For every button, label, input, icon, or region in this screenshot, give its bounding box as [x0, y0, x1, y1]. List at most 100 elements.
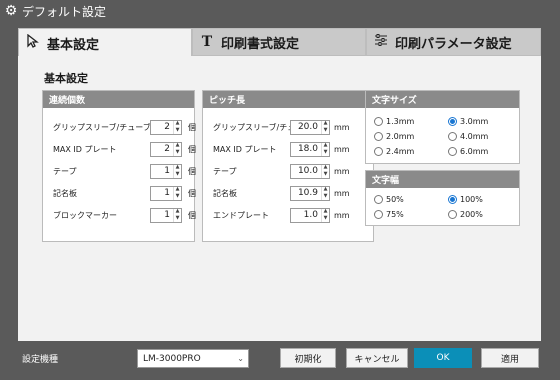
- radio-icon: [374, 147, 383, 156]
- text-t-icon: T: [201, 34, 213, 50]
- char-size-option[interactable]: 6.0mm: [448, 147, 488, 156]
- option-label: 3.0mm: [460, 117, 489, 126]
- model-label: 設定機種: [22, 355, 59, 365]
- stepper-value: 1: [164, 210, 170, 220]
- row-label: MAX ID プレート: [213, 144, 277, 154]
- option-label: 50%: [386, 195, 404, 204]
- pitch-stepper[interactable]: 10.9 ▲ ▼: [290, 185, 330, 201]
- repeat-stepper[interactable]: 2 ▲ ▼: [150, 119, 182, 135]
- char-size-option[interactable]: 3.0mm: [448, 117, 488, 126]
- option-label: 100%: [460, 195, 483, 204]
- option-label: 2.4mm: [386, 147, 415, 156]
- radio-icon: [374, 210, 383, 219]
- pitch-stepper[interactable]: 1.0 ▲ ▼: [290, 207, 330, 223]
- char-size-group: 文字サイズ 1.3mm 3.0mm 2.0mm 4.0mm 2.4mm 6.0m…: [365, 90, 520, 164]
- title-bar: ⚙ デフォルト設定: [0, 0, 560, 22]
- unit-label: 個: [188, 166, 196, 176]
- stepper-arrows-icon[interactable]: ▲ ▼: [321, 120, 329, 134]
- stepper-value: 20.0: [297, 122, 318, 132]
- reset-button[interactable]: 初期化: [280, 348, 336, 368]
- stepper-value: 1: [164, 166, 170, 176]
- stepper-value: 2: [164, 122, 170, 132]
- stepper-value: 2: [164, 144, 170, 154]
- cursor-arrow-icon: [23, 33, 43, 52]
- cancel-button[interactable]: キャンセル: [346, 348, 408, 368]
- stepper-value: 1: [164, 188, 170, 198]
- unit-label: 個: [188, 188, 196, 198]
- ok-button[interactable]: OK: [414, 348, 472, 368]
- tab-content-panel: 基本設定 連続個数 グリップスリーブ/チューブ 2 ▲ ▼ 個 MAX ID プレー…: [18, 56, 541, 341]
- unit-label: 個: [188, 210, 196, 220]
- group-header: 連続個数: [43, 91, 194, 108]
- row-label: グリップスリーブ/チューブ: [53, 122, 151, 132]
- pitch-stepper[interactable]: 18.0 ▲ ▼: [290, 141, 330, 157]
- char-width-group: 文字幅 50% 100% 75% 200%: [365, 170, 520, 226]
- repeat-stepper[interactable]: 1 ▲ ▼: [150, 185, 182, 201]
- char-size-option[interactable]: 4.0mm: [448, 132, 488, 141]
- tab-label: 基本設定: [47, 37, 100, 53]
- chevron-down-icon: ⌄: [237, 354, 244, 363]
- stepper-value: 1.0: [303, 210, 318, 220]
- option-label: 1.3mm: [386, 117, 415, 126]
- unit-label: 個: [188, 144, 196, 154]
- pitch-stepper[interactable]: 20.0 ▲ ▼: [290, 119, 330, 135]
- pitch-length-group: ピッチ長 グリップスリーブ/チューブ 20.0 ▲ ▼ mm MAX ID プレート…: [202, 90, 374, 242]
- char-size-option[interactable]: 1.3mm: [374, 117, 414, 126]
- pitch-row: テープ 10.0 ▲ ▼ mm: [203, 163, 373, 179]
- stepper-arrows-icon[interactable]: ▲ ▼: [173, 186, 181, 200]
- stepper-arrows-icon[interactable]: ▲ ▼: [321, 186, 329, 200]
- option-label: 200%: [460, 210, 483, 219]
- gear-icon: ⚙: [4, 3, 18, 19]
- pitch-stepper[interactable]: 10.0 ▲ ▼: [290, 163, 330, 179]
- radio-icon: [448, 210, 457, 219]
- model-select-value: LM-3000PRO: [143, 353, 201, 364]
- stepper-arrows-icon[interactable]: ▲ ▼: [321, 208, 329, 222]
- group-header: 文字幅: [366, 171, 519, 188]
- radio-icon: [374, 195, 383, 204]
- stepper-arrows-icon[interactable]: ▲ ▼: [173, 120, 181, 134]
- stepper-value: 18.0: [297, 144, 318, 154]
- option-label: 6.0mm: [460, 147, 489, 156]
- char-width-option[interactable]: 75%: [374, 210, 404, 219]
- stepper-value: 10.9: [297, 188, 318, 198]
- row-label: エンドプレート: [213, 210, 269, 220]
- stepper-arrows-icon[interactable]: ▲ ▼: [173, 142, 181, 156]
- tab-label: 印刷書式設定: [221, 36, 300, 52]
- stepper-arrows-icon[interactable]: ▲ ▼: [173, 208, 181, 222]
- tab-print-format[interactable]: T 印刷書式設定: [192, 28, 366, 56]
- repeat-stepper[interactable]: 2 ▲ ▼: [150, 141, 182, 157]
- stepper-value: 10.0: [297, 166, 318, 176]
- repeat-stepper[interactable]: 1 ▲ ▼: [150, 163, 182, 179]
- char-size-option[interactable]: 2.4mm: [374, 147, 414, 156]
- repeat-stepper[interactable]: 1 ▲ ▼: [150, 207, 182, 223]
- char-width-option[interactable]: 50%: [374, 195, 404, 204]
- repeat-row: グリップスリーブ/チューブ 2 ▲ ▼ 個: [43, 119, 196, 135]
- tab-label: 印刷パラメータ設定: [395, 36, 512, 52]
- radio-selected-icon: [448, 117, 457, 126]
- radio-icon: [374, 117, 383, 126]
- radio-selected-icon: [448, 195, 457, 204]
- char-width-option[interactable]: 100%: [448, 195, 483, 204]
- window-title: デフォルト設定: [22, 4, 107, 19]
- row-label: MAX ID プレート: [53, 144, 117, 154]
- row-label: テープ: [53, 166, 77, 176]
- tab-basic-settings[interactable]: 基本設定: [18, 28, 192, 57]
- option-label: 2.0mm: [386, 132, 415, 141]
- stepper-arrows-icon[interactable]: ▲ ▼: [321, 142, 329, 156]
- model-select[interactable]: LM-3000PRO ⌄: [137, 349, 249, 368]
- stepper-arrows-icon[interactable]: ▲ ▼: [321, 164, 329, 178]
- section-title: 基本設定: [44, 72, 88, 85]
- apply-button[interactable]: 適用: [481, 348, 539, 368]
- tab-bar: 基本設定 T 印刷書式設定 印刷パラメータ設定: [18, 28, 541, 57]
- repeat-row: MAX ID プレート 2 ▲ ▼ 個: [43, 141, 196, 157]
- option-label: 4.0mm: [460, 132, 489, 141]
- char-width-option[interactable]: 200%: [448, 210, 483, 219]
- char-size-option[interactable]: 2.0mm: [374, 132, 414, 141]
- pitch-row: エンドプレート 1.0 ▲ ▼ mm: [203, 207, 373, 223]
- sliders-icon: [371, 34, 391, 50]
- repeat-row: テープ 1 ▲ ▼ 個: [43, 163, 196, 179]
- unit-label: 個: [188, 122, 196, 132]
- unit-label: mm: [334, 188, 350, 198]
- stepper-arrows-icon[interactable]: ▲ ▼: [173, 164, 181, 178]
- tab-print-parameters[interactable]: 印刷パラメータ設定: [366, 28, 541, 56]
